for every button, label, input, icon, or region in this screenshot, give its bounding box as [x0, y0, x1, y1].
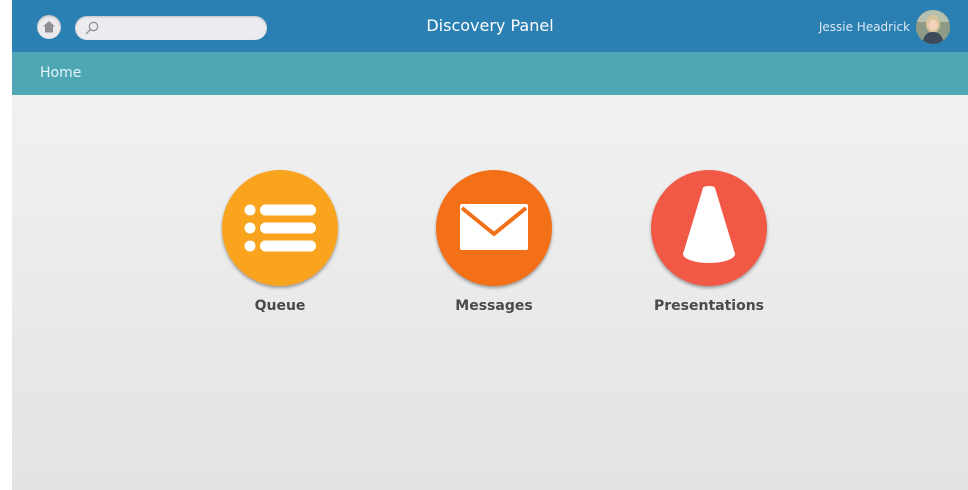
spotlight-icon — [683, 186, 735, 263]
presentations-tile[interactable]: Presentations — [629, 170, 789, 314]
messages-tile[interactable]: Messages — [414, 170, 574, 314]
home-icon — [43, 21, 55, 33]
queue-button[interactable] — [222, 170, 338, 286]
queue-tile[interactable]: Queue — [200, 170, 360, 314]
user-name: Jessie Headrick — [818, 20, 910, 34]
queue-label: Queue — [254, 298, 306, 314]
messages-label: Messages — [455, 298, 533, 314]
breadcrumb-home[interactable]: Home — [40, 52, 81, 95]
search-input[interactable] — [101, 16, 259, 40]
avatar — [916, 10, 950, 44]
user-menu[interactable]: Jessie Headrick — [819, 10, 950, 44]
presentations-label: Presentations — [653, 298, 764, 314]
home-button[interactable] — [37, 15, 61, 39]
messages-button[interactable] — [436, 170, 552, 286]
envelope-icon — [460, 204, 528, 250]
nav-bar: Home — [12, 52, 968, 95]
search-bar — [75, 16, 267, 40]
search-icon — [85, 21, 99, 35]
main-panel: Queue Messages Presentations — [12, 95, 968, 490]
top-bar: Discovery Panel Jessie Headrick — [12, 0, 968, 52]
app-frame: Discovery Panel Jessie Headrick Home Que… — [12, 0, 968, 490]
presentations-button[interactable] — [651, 170, 767, 286]
list-icon — [244, 204, 316, 252]
